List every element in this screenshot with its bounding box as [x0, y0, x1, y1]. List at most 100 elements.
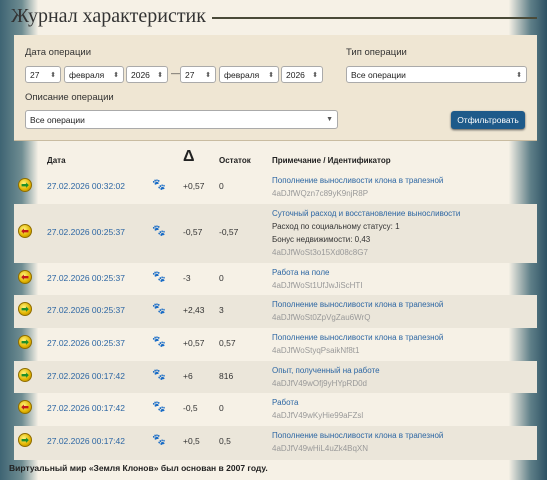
note-link[interactable]: Работа — [272, 396, 363, 409]
stamina-icon: 🐾 — [152, 225, 166, 237]
from-day-select[interactable]: 27 ⬍ — [25, 66, 61, 83]
balance-value: 816 — [219, 371, 234, 381]
operation-id: 4aDJfV49wKyHie99aFZsl — [272, 411, 364, 420]
range-dash: — — [171, 68, 180, 78]
to-day-value: 27 — [185, 70, 195, 80]
to-month-value: февраля — [224, 70, 260, 80]
table-row: ➡ 27.02.2026 00:17:42 🐾 +6 816 Опыт, полученн… — [14, 361, 537, 393]
balance-value: 3 — [219, 305, 224, 315]
delta-value: -0,57 — [183, 227, 203, 237]
balance-value: 0,57 — [219, 338, 236, 348]
note-link[interactable]: Пополнение выносливости клона в трапезно… — [272, 331, 443, 344]
expense-arrow-icon: ⬅ — [18, 270, 32, 284]
stamina-icon: 🐾 — [152, 179, 166, 191]
desc-label: Описание операции — [25, 92, 114, 103]
operation-date-link[interactable]: 27.02.2026 00:25:37 — [47, 273, 125, 283]
note-cell: Суточный расход и восстановление выносли… — [272, 207, 460, 259]
balance-value: 0,5 — [219, 436, 231, 446]
chevron-icon: ⬍ — [113, 72, 119, 79]
to-year-value: 2026 — [286, 70, 305, 80]
operation-date-link[interactable]: 27.02.2026 00:25:37 — [47, 227, 125, 237]
operation-id: 4aDJfWoSt1UfJwJiScHTI — [272, 281, 363, 290]
table-row: ➡ 27.02.2026 00:32:02 🐾 +0,57 0 Пополнение вы… — [14, 171, 537, 204]
note-cell: Пополнение выносливости клона в трапезно… — [272, 298, 443, 324]
delta-value: +2,43 — [183, 305, 205, 315]
operation-id: 4aDJfWQzn7c89yK9njR8P — [272, 189, 369, 198]
from-month-value: февраля — [69, 70, 105, 80]
table-row: ⬅ 27.02.2026 00:17:42 🐾 -0,5 0 Работа 4aDJfV49… — [14, 393, 537, 426]
title-divider — [212, 17, 537, 19]
operation-date-link[interactable]: 27.02.2026 00:17:42 — [47, 371, 125, 381]
income-arrow-icon: ➡ — [18, 335, 32, 349]
table-row: ➡ 27.02.2026 00:25:37 🐾 +2,43 3 Пополнение вы… — [14, 295, 537, 328]
stamina-icon: 🐾 — [152, 401, 166, 413]
date-label: Дата операции — [25, 47, 92, 58]
note-cell: Работа на поле 4aDJfWoSt1UfJwJiScHTI — [272, 266, 363, 292]
from-month-select[interactable]: февраля ⬍ — [64, 66, 124, 83]
note-detail: Бонус недвижимости: 0,43 — [272, 235, 371, 244]
note-link[interactable]: Пополнение выносливости клона в трапезно… — [272, 429, 443, 442]
note-cell: Пополнение выносливости клона в трапезно… — [272, 174, 443, 200]
chevron-icon: ⬍ — [157, 72, 163, 79]
operation-date-link[interactable]: 27.02.2026 00:25:37 — [47, 305, 125, 315]
delta-value: +0,5 — [183, 436, 200, 446]
page-title: Журнал характеристик — [11, 5, 206, 27]
chevron-icon: ⬍ — [205, 72, 211, 79]
balance-value: 0 — [219, 273, 224, 283]
note-cell: Пополнение выносливости клона в трапезно… — [272, 429, 443, 455]
table-row: ➡ 27.02.2026 00:25:37 🐾 +0,57 0,57 Пополнение… — [14, 328, 537, 361]
income-arrow-icon: ➡ — [18, 178, 32, 192]
chevron-icon: ⬍ — [312, 72, 318, 79]
operation-id: 4aDJfWoSt3o15Xd08c8G7 — [272, 248, 368, 257]
delta-value: -0,5 — [183, 403, 198, 413]
desc-select[interactable]: Все операции ▼ — [25, 110, 338, 129]
note-cell: Работа 4aDJfV49wKyHie99aFZsl — [272, 396, 363, 422]
from-year-select[interactable]: 2026 ⬍ — [126, 66, 168, 83]
chevron-icon: ⬍ — [50, 72, 56, 79]
desc-value: Все операции — [30, 115, 85, 125]
note-link[interactable]: Пополнение выносливости клона в трапезно… — [272, 174, 443, 187]
operation-date-link[interactable]: 27.02.2026 00:32:02 — [47, 181, 125, 191]
from-year-value: 2026 — [131, 70, 150, 80]
footer-text: Виртуальный мир «Земля Клонов» был основ… — [9, 463, 268, 473]
balance-value: 0 — [219, 181, 224, 191]
type-label: Тип операции — [346, 47, 407, 58]
to-month-select[interactable]: февраля ⬍ — [219, 66, 279, 83]
operation-date-link[interactable]: 27.02.2026 00:17:42 — [47, 403, 125, 413]
operation-id: 4aDJfV49wHiL4uZk4BqXN — [272, 444, 369, 453]
delta-value: +6 — [183, 371, 193, 381]
from-day-value: 27 — [30, 70, 40, 80]
operation-id: 4aDJfWoStyqPsaikNf8t1 — [272, 346, 360, 355]
triangle-down-icon: ▼ — [326, 116, 333, 123]
note-link[interactable]: Пополнение выносливости клона в трапезно… — [272, 298, 443, 311]
type-value: Все операции — [351, 70, 406, 80]
col-delta-header: Δ — [183, 148, 195, 165]
delta-value: +0,57 — [183, 338, 205, 348]
income-arrow-icon: ➡ — [18, 368, 32, 382]
note-detail: Расход по социальному статусу: 1 — [272, 222, 400, 231]
note-cell: Пополнение выносливости клона в трапезно… — [272, 331, 443, 357]
table-row: ⬅ 27.02.2026 00:25:37 🐾 -3 0 Работа на поле 4a… — [14, 263, 537, 295]
operation-date-link[interactable]: 27.02.2026 00:25:37 — [47, 338, 125, 348]
operation-id: 4aDJfWoSt0ZpVgZau6WrQ — [272, 313, 371, 322]
table-row: ➡ 27.02.2026 00:17:42 🐾 +0,5 0,5 Пополнение в… — [14, 426, 537, 460]
note-link[interactable]: Работа на поле — [272, 266, 363, 279]
stamina-icon: 🐾 — [152, 434, 166, 446]
income-arrow-icon: ➡ — [18, 433, 32, 447]
filter-button[interactable]: Отфильтровать — [451, 111, 525, 129]
note-cell: Опыт, полученный на работе 4aDJfV49wOfj9y… — [272, 364, 380, 390]
expense-arrow-icon: ⬅ — [18, 400, 32, 414]
note-link[interactable]: Опыт, полученный на работе — [272, 364, 380, 377]
type-select[interactable]: Все операции ⬍ — [346, 66, 527, 83]
income-arrow-icon: ➡ — [18, 302, 32, 316]
table-row: ⬅ 27.02.2026 00:25:37 🐾 -0,57 -0,57 Суточный … — [14, 204, 537, 263]
expense-arrow-icon: ⬅ — [18, 224, 32, 238]
to-day-select[interactable]: 27 ⬍ — [180, 66, 216, 83]
operation-date-link[interactable]: 27.02.2026 00:17:42 — [47, 436, 125, 446]
stamina-icon: 🐾 — [152, 271, 166, 283]
stamina-icon: 🐾 — [152, 336, 166, 348]
to-year-select[interactable]: 2026 ⬍ — [281, 66, 323, 83]
stamina-icon: 🐾 — [152, 303, 166, 315]
note-link[interactable]: Суточный расход и восстановление выносли… — [272, 207, 460, 220]
balance-value: -0,57 — [219, 227, 239, 237]
